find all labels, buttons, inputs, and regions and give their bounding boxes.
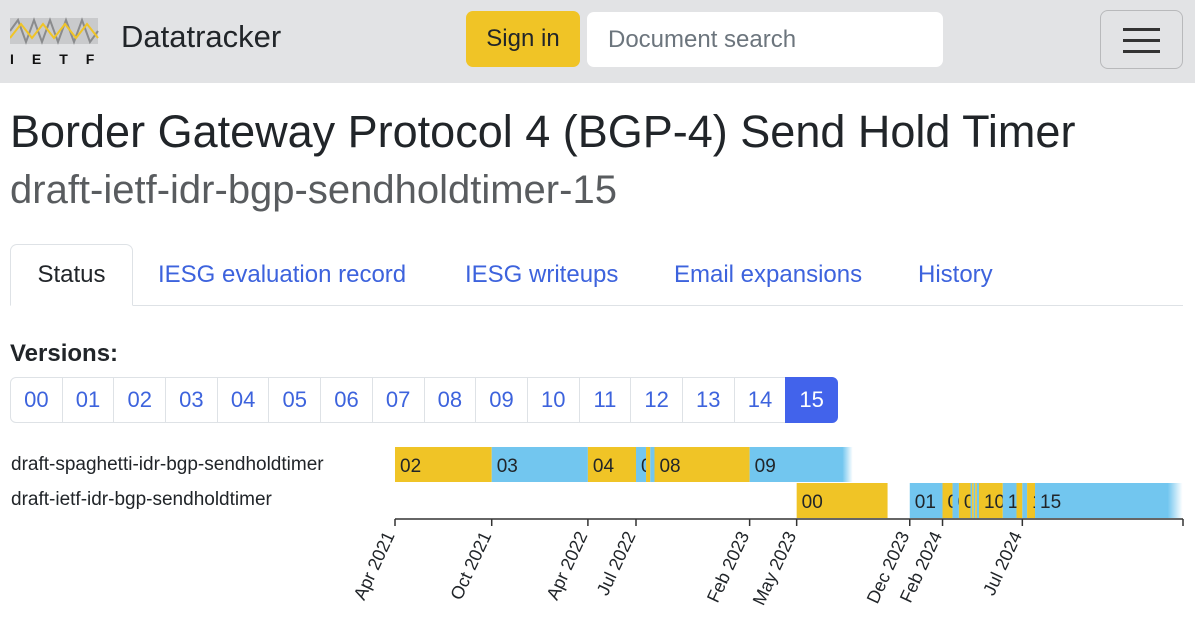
revision-label-15: 15	[1040, 492, 1061, 513]
logo-mark-icon	[9, 17, 99, 45]
hamburger-menu-button[interactable]	[1100, 10, 1183, 69]
revision-bar-06[interactable]	[972, 483, 974, 518]
document-tabs: Status IESG evaluation record IESG write…	[10, 244, 1183, 306]
version-link-05[interactable]: 05	[268, 377, 322, 423]
axis-tick-label: May 2023	[749, 528, 801, 608]
version-link-01[interactable]: 01	[61, 377, 115, 423]
revision-bar-05[interactable]	[970, 483, 973, 518]
version-link-02[interactable]: 02	[113, 377, 167, 423]
document-title: Border Gateway Protocol 4 (BGP-4) Send H…	[10, 106, 1076, 157]
versions-label: Versions:	[10, 340, 119, 367]
revision-bar-07[interactable]	[973, 483, 976, 518]
axis-tick-label: Apr 2021	[350, 528, 399, 603]
sign-in-button[interactable]: Sign in	[466, 11, 580, 67]
version-link-13[interactable]: 13	[681, 377, 735, 423]
version-link-15[interactable]: 15	[785, 377, 838, 423]
hamburger-menu-icon	[1123, 28, 1160, 31]
version-link-08[interactable]: 08	[423, 377, 477, 423]
version-link-04[interactable]: 04	[216, 377, 270, 423]
hamburger-bar	[1123, 39, 1160, 42]
version-link-09[interactable]: 09	[475, 377, 528, 423]
axis-tick-label: Jul 2022	[593, 528, 640, 598]
logo-text: IETF	[10, 51, 102, 67]
revision-label-08: 08	[659, 456, 680, 477]
version-link-11[interactable]: 11	[578, 377, 632, 423]
axis-tick-label: Feb 2023	[703, 528, 753, 605]
version-link-03[interactable]: 03	[165, 377, 218, 423]
ietf-logo[interactable]: IETF	[9, 14, 102, 68]
version-link-00[interactable]: 00	[10, 377, 63, 423]
document-name: draft-ietf-idr-bgp-sendholdtimer-15	[10, 168, 617, 212]
document-search-input[interactable]	[606, 24, 930, 55]
revision-bar-08[interactable]	[975, 483, 977, 518]
revision-label-04: 04	[593, 456, 615, 477]
version-link-10[interactable]: 10	[526, 377, 580, 423]
revision-label-10: 10	[984, 492, 1005, 513]
axis-tick-label: Oct 2021	[446, 528, 495, 603]
tab-email-expansions[interactable]: Email expansions	[674, 244, 862, 305]
revision-timeline-chart: 0203040506070809000102030405060708091011…	[350, 447, 1184, 608]
revision-label-09: 09	[755, 456, 776, 477]
revision-bar-09[interactable]	[976, 483, 979, 518]
axis-tick-label: Jul 2024	[979, 528, 1026, 598]
revision-label-03: 03	[497, 456, 518, 477]
tab-history[interactable]: History	[918, 244, 993, 305]
version-link-12[interactable]: 12	[630, 377, 683, 423]
versions-pagination: 00 01 02 03 04 05 06 07 08 09 10 11 12 13 14 15	[10, 377, 838, 423]
axis-tick-label: Apr 2022	[543, 528, 592, 603]
version-link-14[interactable]: 14	[733, 377, 787, 423]
revision-bar-06[interactable]	[646, 447, 651, 482]
version-link-07[interactable]: 07	[371, 377, 425, 423]
brand-name[interactable]: Datatracker	[121, 19, 281, 55]
version-link-06[interactable]: 06	[320, 377, 373, 423]
tab-iesg-evaluation-record[interactable]: IESG evaluation record	[158, 244, 406, 305]
navbar: IETF Datatracker Sign in	[0, 0, 1195, 83]
hamburger-bar	[1123, 50, 1160, 53]
tab-iesg-writeups[interactable]: IESG writeups	[465, 244, 618, 305]
revision-label-01: 01	[915, 492, 936, 513]
tab-status[interactable]: Status	[10, 244, 133, 306]
revision-label-00: 00	[802, 492, 823, 513]
revision-label-02: 02	[400, 456, 421, 477]
revision-bar-07[interactable]	[650, 447, 655, 482]
document-search	[587, 12, 943, 67]
